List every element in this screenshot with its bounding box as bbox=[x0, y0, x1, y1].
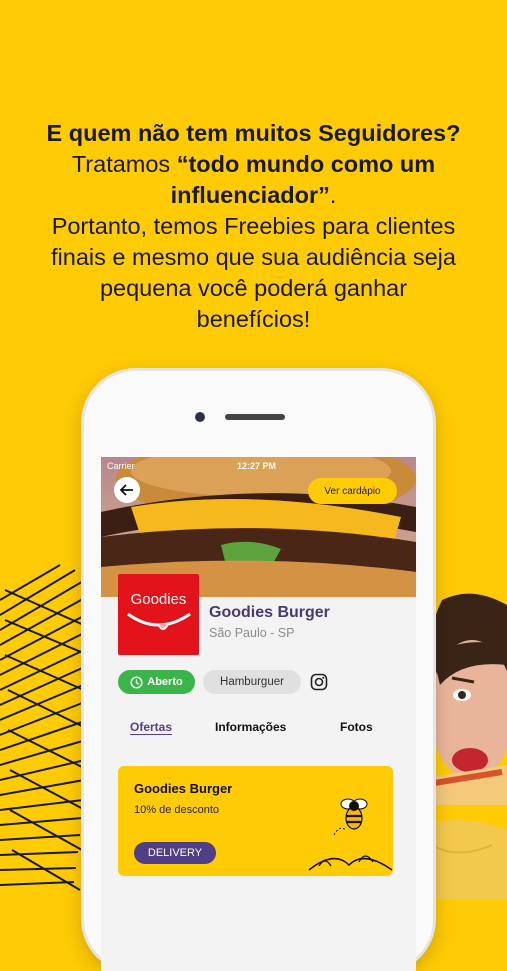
headline-line5: finais e mesmo que sua audiência seja bbox=[51, 244, 456, 270]
instagram-icon[interactable] bbox=[310, 673, 328, 691]
phone-speaker bbox=[225, 414, 285, 420]
restaurant-logo: Goodies bbox=[118, 574, 199, 655]
headline-line1: E quem não tem muitos Seguidores? bbox=[46, 120, 461, 146]
headline-line6: pequena você poderá ganhar bbox=[99, 275, 408, 301]
status-bar: Carrier 12:27 PM bbox=[101, 460, 416, 474]
restaurant-location: São Paulo - SP bbox=[209, 626, 295, 640]
delivery-badge: DELIVERY bbox=[134, 842, 216, 864]
tab-information[interactable]: Informações bbox=[215, 720, 286, 734]
headline-line2-prefix: Tratamos bbox=[71, 151, 177, 177]
view-menu-button[interactable]: Ver cardápio bbox=[308, 478, 397, 504]
headline-line2-bold: “todo mundo como um bbox=[176, 151, 436, 177]
arrow-left-icon bbox=[120, 484, 133, 496]
offer-discount: 10% de desconto bbox=[134, 804, 220, 816]
status-time: 12:27 PM bbox=[237, 461, 277, 471]
back-button[interactable] bbox=[114, 477, 140, 503]
phone-frame: Carrier 12:27 PM Ver cardápio Goodies Go… bbox=[84, 371, 433, 971]
open-status-chip: Aberto bbox=[118, 670, 195, 694]
tab-photos[interactable]: Fotos bbox=[340, 720, 373, 734]
tab-offers[interactable]: Ofertas bbox=[130, 720, 172, 734]
open-status-label: Aberto bbox=[147, 676, 183, 688]
offer-title: Goodies Burger bbox=[134, 781, 233, 796]
restaurant-name: Goodies Burger bbox=[209, 604, 330, 621]
headline-line4: Portanto, temos Freebies para clientes bbox=[51, 213, 456, 239]
bee-icon bbox=[308, 798, 393, 871]
status-carrier: Carrier bbox=[107, 461, 135, 471]
offer-card[interactable]: Goodies Burger 10% de desconto DELIVERY bbox=[118, 766, 393, 876]
phone-camera bbox=[195, 412, 205, 422]
headline-line3-suffix: . bbox=[329, 182, 337, 208]
headline-line7: benefícios! bbox=[196, 306, 311, 332]
headline-line3-bold: influenciador” bbox=[170, 182, 330, 208]
headline: E quem não tem muitos Seguidores? Tratam… bbox=[0, 118, 507, 335]
clock-icon bbox=[130, 675, 143, 689]
smile-icon bbox=[127, 612, 191, 630]
app-screen: Carrier 12:27 PM Ver cardápio Goodies Go… bbox=[101, 457, 416, 971]
category-chip[interactable]: Hamburguer bbox=[203, 670, 301, 694]
